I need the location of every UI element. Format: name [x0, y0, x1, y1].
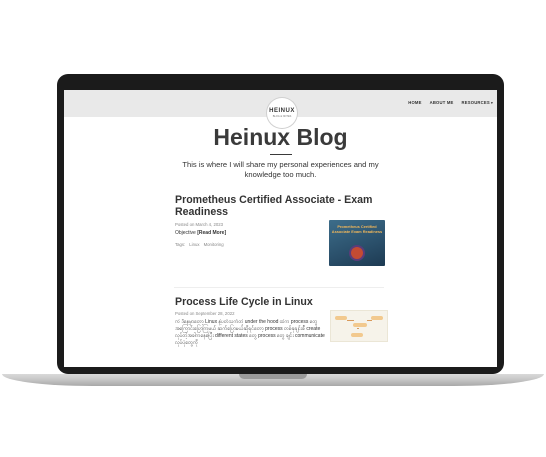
- post-excerpt-text: Objective: [175, 230, 198, 236]
- post-thumbnail-prometheus[interactable]: Prometheus Certified Associate Exam Read…: [329, 220, 385, 266]
- post-thumbnail-process-diagram[interactable]: [330, 310, 388, 342]
- nav-link-home[interactable]: HOME: [408, 100, 421, 105]
- post-title-prometheus[interactable]: Prometheus Certified Associate - Exam Re…: [175, 194, 385, 218]
- diagram-node: [353, 323, 367, 327]
- title-divider: [270, 154, 292, 155]
- thumbnail-caption: Prometheus Certified Associate Exam Read…: [331, 224, 383, 235]
- chevron-down-icon: ▾: [489, 101, 493, 105]
- diagram-edge: [367, 320, 372, 321]
- tag-linux[interactable]: Linux: [189, 242, 199, 247]
- read-more-link[interactable]: [Read More]: [197, 230, 226, 236]
- nav-links: HOME ABOUT ME RESOURCES ▾: [408, 100, 493, 105]
- tag-monitoring[interactable]: Monitoring: [204, 242, 224, 247]
- post-date: Posted on September 28, 2022: [175, 311, 235, 316]
- post-divider: [174, 287, 384, 288]
- laptop-screen: HOME ABOUT ME RESOURCES ▾ HEINUX BLOG & …: [64, 90, 497, 367]
- diagram-node: [371, 316, 383, 320]
- laptop-notch: [239, 374, 307, 379]
- post-excerpt: ကဲ ဒီနေ့မှာတော့ Linux နဲ့ပတ်သက်တဲ့ under…: [175, 319, 325, 346]
- post-date: Posted on March 4, 2023: [175, 222, 224, 227]
- nav-link-about-me[interactable]: ABOUT ME: [430, 100, 454, 105]
- page-title: Heinux Blog: [213, 124, 348, 150]
- certification-badge-icon: [351, 247, 363, 259]
- post-excerpt: Objective [Read More]: [175, 230, 226, 237]
- diagram-node: [351, 333, 363, 337]
- page-subtitle: This is where I will share my personal e…: [182, 160, 379, 179]
- nav-link-resources-label: RESOURCES: [461, 100, 490, 105]
- nav-link-resources[interactable]: RESOURCES ▾: [462, 100, 493, 105]
- tags-label: Tags:: [175, 242, 186, 247]
- logo-subtitle: BLOG & NOTES: [272, 115, 292, 118]
- post-tags: Tags: Linux Monitoring: [175, 242, 224, 247]
- logo-title: HEINUX: [269, 108, 295, 114]
- diagram-edge: [357, 328, 359, 329]
- diagram-node: [335, 316, 347, 320]
- post-title-process-life-cycle[interactable]: Process Life Cycle in Linux: [175, 296, 385, 308]
- diagram-edge: [347, 320, 354, 321]
